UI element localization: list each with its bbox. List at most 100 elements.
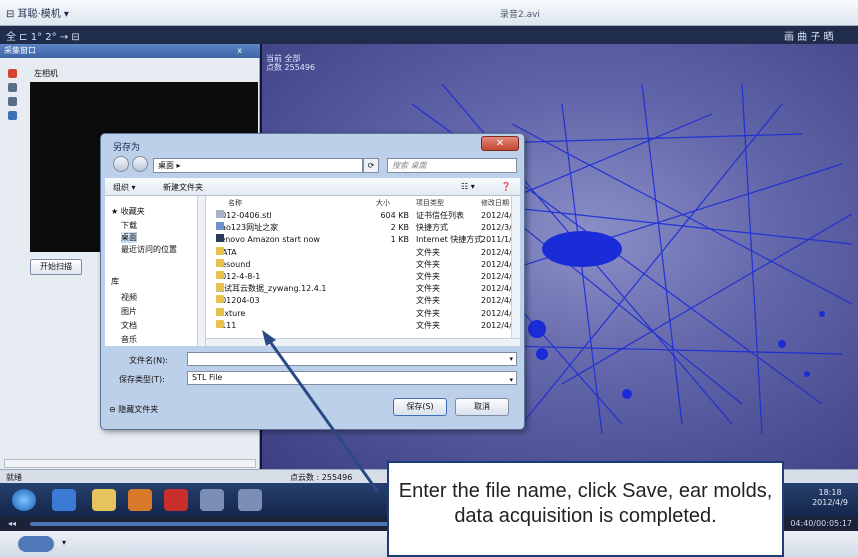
file-type: 文件夹 xyxy=(416,308,440,318)
filename-input[interactable]: ▾ xyxy=(187,352,517,366)
navigation-pane: ★ 收藏夹下载 桌面 最近访问的位置库视频图片文档音乐 xyxy=(105,196,205,346)
address-bar[interactable]: 桌面 ▸ xyxy=(153,158,363,173)
folder-icon xyxy=(216,283,224,292)
app-icon-red[interactable] xyxy=(164,489,188,511)
savetype-dropdown-icon[interactable]: ▾ xyxy=(509,374,513,386)
app-toolbar: 全 ⊏ 1° 2° → ⊟ 画 曲 子 晒 xyxy=(0,26,858,44)
file-name: 1111 xyxy=(216,319,236,331)
file-name-text: hao123网址之家 xyxy=(216,223,279,233)
start-orb-icon[interactable] xyxy=(12,489,36,511)
view-toggle-icon[interactable] xyxy=(18,536,54,552)
save-as-dialog: 另存为 ✕ 桌面 ▸ ⟳ 搜索 桌面 组织 ▾ 新建文件夹 ☷ ▾ ❓ ★ 收藏… xyxy=(100,133,525,430)
view-toggle-arrow-icon[interactable]: ▾ xyxy=(62,538,66,547)
panel-scrollbar[interactable] xyxy=(4,459,256,468)
new-folder-button[interactable]: 新建文件夹 xyxy=(163,182,203,193)
column-name[interactable]: 名称 xyxy=(228,198,242,208)
app-icon-scan[interactable] xyxy=(238,489,262,511)
nav-item[interactable]: 桌面 xyxy=(121,232,137,243)
file-name-text: 2012-0406.stl xyxy=(216,211,272,220)
settings-icon[interactable] xyxy=(8,97,17,106)
file-type: 证书信任列表 xyxy=(416,211,464,220)
layers-icon[interactable] xyxy=(8,111,17,120)
start-scan-button[interactable]: 开始扫描 xyxy=(30,259,82,275)
hide-folders-label: 隐藏文件夹 xyxy=(118,405,159,414)
taskbar-clock[interactable]: 18:18 2012/4/9 xyxy=(812,488,848,508)
view-options-icon[interactable]: ☷ ▾ xyxy=(461,182,475,191)
organize-button[interactable]: 组织 ▾ xyxy=(113,182,136,193)
file-name: Texture xyxy=(216,307,245,319)
file-row[interactable]: 1111 文件夹 2012/4/ xyxy=(206,319,520,331)
file-row[interactable]: 201204-03 文件夹 2012/4/ xyxy=(206,295,520,306)
record-icon[interactable] xyxy=(8,69,17,78)
file-type: 文件夹 xyxy=(416,296,440,306)
file-modified: 2011/1/ xyxy=(481,235,512,245)
nav-item[interactable]: 图片 xyxy=(121,306,137,317)
toolbar-left-tools[interactable]: 全 ⊏ 1° 2° → ⊟ xyxy=(6,28,80,43)
filename-label: 文件名(N): xyxy=(129,356,168,365)
search-input[interactable]: 搜索 桌面 xyxy=(387,158,517,173)
nav-item[interactable]: 库 xyxy=(111,276,119,287)
forward-icon[interactable] xyxy=(131,156,148,172)
side-toolbar xyxy=(8,69,18,125)
file-name: 2012-0406.stl xyxy=(216,210,272,221)
nav-item[interactable]: 下载 xyxy=(121,220,137,231)
nav-item[interactable]: 视频 xyxy=(121,292,137,303)
file-modified: 2012/4/ xyxy=(481,211,512,220)
media-time: 04:40/00:05:17 xyxy=(790,519,852,528)
file-list-hscrollbar[interactable] xyxy=(206,338,520,346)
file-row[interactable]: Lenovo Amazon start now 1 KB Internet 快捷方式… xyxy=(206,234,520,245)
folder-icon xyxy=(216,246,224,255)
file-row[interactable]: 2012-4-8-1 文件夹 2012/4/ xyxy=(206,271,520,282)
status-text: 就绪 xyxy=(6,473,22,482)
savetype-label: 保存类型(T): xyxy=(119,375,165,384)
file-icon xyxy=(216,210,224,218)
cancel-button[interactable]: 取消 xyxy=(455,398,509,416)
filename-dropdown-icon[interactable]: ▾ xyxy=(509,355,513,363)
file-type: Internet 快捷方式 xyxy=(416,235,483,245)
explorer-icon[interactable] xyxy=(92,489,116,511)
camera-label: 左相机 xyxy=(34,69,58,78)
file-type: 文件夹 xyxy=(416,284,440,294)
toolbar-right-tools[interactable]: 画 曲 子 晒 xyxy=(784,28,834,43)
back-icon[interactable] xyxy=(113,156,129,172)
file-row[interactable]: Resound 文件夹 2012/4/ xyxy=(206,258,520,270)
camera-icon[interactable] xyxy=(8,83,17,92)
folder-icon xyxy=(216,307,224,316)
hide-folders-toggle[interactable]: ⊖ 隐藏文件夹 xyxy=(109,404,158,415)
app-icon-blue[interactable] xyxy=(200,489,224,511)
dialog-close-button[interactable]: ✕ xyxy=(481,136,519,151)
panel-close-icon[interactable]: x xyxy=(237,44,242,58)
file-row[interactable]: 2012-0406.stl 604 KB 证书信任列表 2012/4/ xyxy=(206,210,520,221)
file-modified: 2012/4/ xyxy=(481,308,512,318)
nav-item[interactable]: 文档 xyxy=(121,320,137,331)
file-list-scrollbar[interactable] xyxy=(511,196,520,346)
clock-date: 2012/4/9 xyxy=(812,498,848,507)
file-row[interactable]: Texture 文件夹 2012/4/ xyxy=(206,307,520,319)
help-icon[interactable]: ❓ xyxy=(501,182,511,191)
nav-item[interactable]: 最近访问的位置 xyxy=(121,244,177,255)
refresh-icon[interactable]: ⟳ xyxy=(363,158,379,173)
nav-item[interactable]: 音乐 xyxy=(121,334,137,345)
file-icon xyxy=(216,222,224,231)
app-menu[interactable]: ⊟ 耳聪·模机 ▾ xyxy=(6,5,69,20)
column-modified[interactable]: 修改日期 xyxy=(481,198,509,208)
column-type[interactable]: 项目类型 xyxy=(416,198,444,208)
file-modified: 2012/4/ xyxy=(481,320,512,330)
rewind-icon[interactable]: ◂◂ xyxy=(8,519,16,528)
file-row[interactable]: DATA 文件夹 2012/4/ xyxy=(206,246,520,258)
file-type: 文件夹 xyxy=(416,259,440,269)
file-row[interactable]: 测试耳云数据_zywang.12.4.1 文件夹 2012/4/ xyxy=(206,283,520,294)
media-player-icon[interactable] xyxy=(128,489,152,511)
folder-icon xyxy=(216,295,224,304)
column-size[interactable]: 大小 xyxy=(376,198,390,208)
file-name: DATA xyxy=(216,246,237,258)
navigation-scrollbar[interactable] xyxy=(197,196,205,346)
collapse-icon: ⊖ xyxy=(109,405,119,414)
ie-icon[interactable] xyxy=(52,489,76,511)
file-row[interactable]: hao123网址之家 2 KB 快捷方式 2012/3/ xyxy=(206,222,520,233)
file-list: 名称 大小 项目类型 修改日期 2012-0406.stl 604 KB 证书信任列… xyxy=(206,196,520,346)
savetype-select[interactable]: STL File ▾ xyxy=(187,371,517,385)
nav-item[interactable]: ★ 收藏夹 xyxy=(111,206,145,217)
save-button[interactable]: 保存(S) xyxy=(393,398,447,416)
file-size: 604 KB xyxy=(380,211,409,220)
